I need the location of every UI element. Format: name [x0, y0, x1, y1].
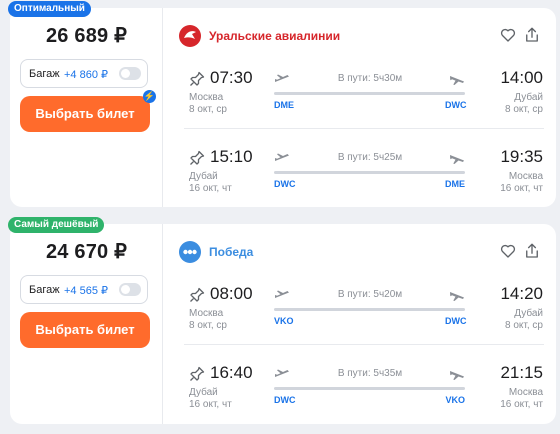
- arrival-city: Москва: [508, 387, 543, 398]
- departure-airport-code: DWC: [274, 395, 296, 405]
- share-icon[interactable]: [523, 242, 541, 260]
- departure-date: 8 окт, ср: [189, 320, 227, 331]
- baggage-label: Багаж: [29, 68, 60, 80]
- pin-icon: [189, 287, 205, 303]
- optimal-badge: Оптимальный: [8, 1, 91, 17]
- pin-icon: [189, 366, 205, 382]
- airline-name: Уральские авиалинии: [209, 29, 341, 43]
- flight-leg-return: 15:10 Дубай 16 окт, чт В пути: 5ч25м DWC…: [173, 143, 556, 201]
- arrival-airport-code: VKO: [445, 395, 465, 405]
- favorite-heart-icon[interactable]: [499, 242, 517, 260]
- departure-city: Москва: [189, 308, 224, 319]
- pin-icon: [189, 150, 205, 166]
- ural-airlines-logo: [179, 25, 201, 47]
- departure-date: 16 окт, чт: [189, 399, 232, 410]
- arrival-city: Москва: [508, 171, 543, 182]
- route-line: [274, 92, 465, 95]
- ticket-price: 26 689 ₽: [45, 25, 128, 47]
- flight-duration: В пути: 5ч20м: [337, 289, 403, 300]
- arrival-city: Дубай: [514, 308, 543, 319]
- departure-city: Дубай: [189, 387, 218, 398]
- landing-plane-icon: [449, 151, 465, 165]
- arrival-time: 14:00: [500, 68, 543, 87]
- baggage-price: +4 565 ₽: [64, 285, 109, 297]
- route-line: [274, 387, 465, 390]
- departure-airport-code: DWC: [274, 179, 296, 189]
- arrival-date: 16 окт, чт: [500, 399, 543, 410]
- departure-date: 8 окт, ср: [189, 104, 227, 115]
- pin-icon: [189, 71, 205, 87]
- arrival-airport-code: DWC: [445, 316, 467, 326]
- arrival-airport-code: DME: [445, 179, 465, 189]
- departure-time: 15:10: [210, 147, 253, 166]
- landing-plane-icon: [449, 367, 465, 381]
- lightning-icon: ⚡: [143, 90, 156, 103]
- baggage-toggle[interactable]: [119, 67, 141, 80]
- departure-airport-code: DME: [274, 100, 294, 110]
- price-panel: 26 689 ₽ Багаж +4 860 ₽ Выбрать билет ⚡: [10, 8, 163, 207]
- ticket-card-optimal[interactable]: Оптимальный 26 689 ₽ Багаж +4 860 ₽ Выбр…: [8, 1, 556, 207]
- leg-divider: [184, 128, 544, 129]
- departure-time: 08:00: [210, 284, 253, 303]
- leg-divider: [184, 344, 544, 345]
- arrival-date: 8 окт, ср: [505, 320, 543, 331]
- baggage-price: +4 860 ₽: [64, 69, 109, 81]
- select-ticket-button[interactable]: Выбрать билет: [20, 96, 150, 132]
- departure-city: Дубай: [189, 171, 218, 182]
- flight-duration: В пути: 5ч35м: [337, 368, 403, 379]
- baggage-label: Багаж: [29, 284, 60, 296]
- flight-duration: В пути: 5ч30м: [337, 73, 403, 84]
- departure-airport-code: VKO: [274, 316, 294, 326]
- select-ticket-button[interactable]: Выбрать билет: [20, 312, 150, 348]
- baggage-toggle[interactable]: [119, 283, 141, 296]
- arrival-time: 19:35: [500, 147, 543, 166]
- flight-duration: В пути: 5ч25м: [337, 152, 403, 163]
- ticket-card-cheapest[interactable]: Самый дешёвый 24 670 ₽ Багаж +4 565 ₽ Вы…: [8, 217, 556, 424]
- pobeda-logo: [179, 241, 201, 263]
- arrival-time: 21:15: [500, 363, 543, 382]
- cheapest-badge: Самый дешёвый: [8, 217, 105, 233]
- arrival-airport-code: DWC: [445, 100, 467, 110]
- landing-plane-icon: [449, 288, 465, 302]
- arrival-date: 8 окт, ср: [505, 104, 543, 115]
- baggage-option[interactable]: Багаж +4 860 ₽: [20, 59, 148, 88]
- baggage-option[interactable]: Багаж +4 565 ₽: [20, 275, 148, 304]
- ticket-price: 24 670 ₽: [45, 241, 128, 263]
- flight-leg-outbound: 08:00 Москва 8 окт, ср В пути: 5ч20м VKO…: [173, 280, 556, 338]
- route-line: [274, 308, 465, 311]
- share-icon[interactable]: [523, 26, 541, 44]
- departure-time: 07:30: [210, 68, 253, 87]
- departure-time: 16:40: [210, 363, 253, 382]
- arrival-date: 16 окт, чт: [500, 183, 543, 194]
- landing-plane-icon: [449, 72, 465, 86]
- price-panel: 24 670 ₽ Багаж +4 565 ₽ Выбрать билет: [10, 224, 163, 424]
- departure-date: 16 окт, чт: [189, 183, 232, 194]
- arrival-city: Дубай: [514, 92, 543, 103]
- departure-city: Москва: [189, 92, 224, 103]
- route-line: [274, 171, 465, 174]
- flight-leg-return: 16:40 Дубай 16 окт, чт В пути: 5ч35м DWC…: [173, 359, 556, 417]
- favorite-heart-icon[interactable]: [499, 26, 517, 44]
- arrival-time: 14:20: [500, 284, 543, 303]
- flight-leg-outbound: 07:30 Москва 8 окт, ср В пути: 5ч30м DME…: [173, 64, 556, 122]
- airline-name: Победа: [209, 245, 254, 259]
